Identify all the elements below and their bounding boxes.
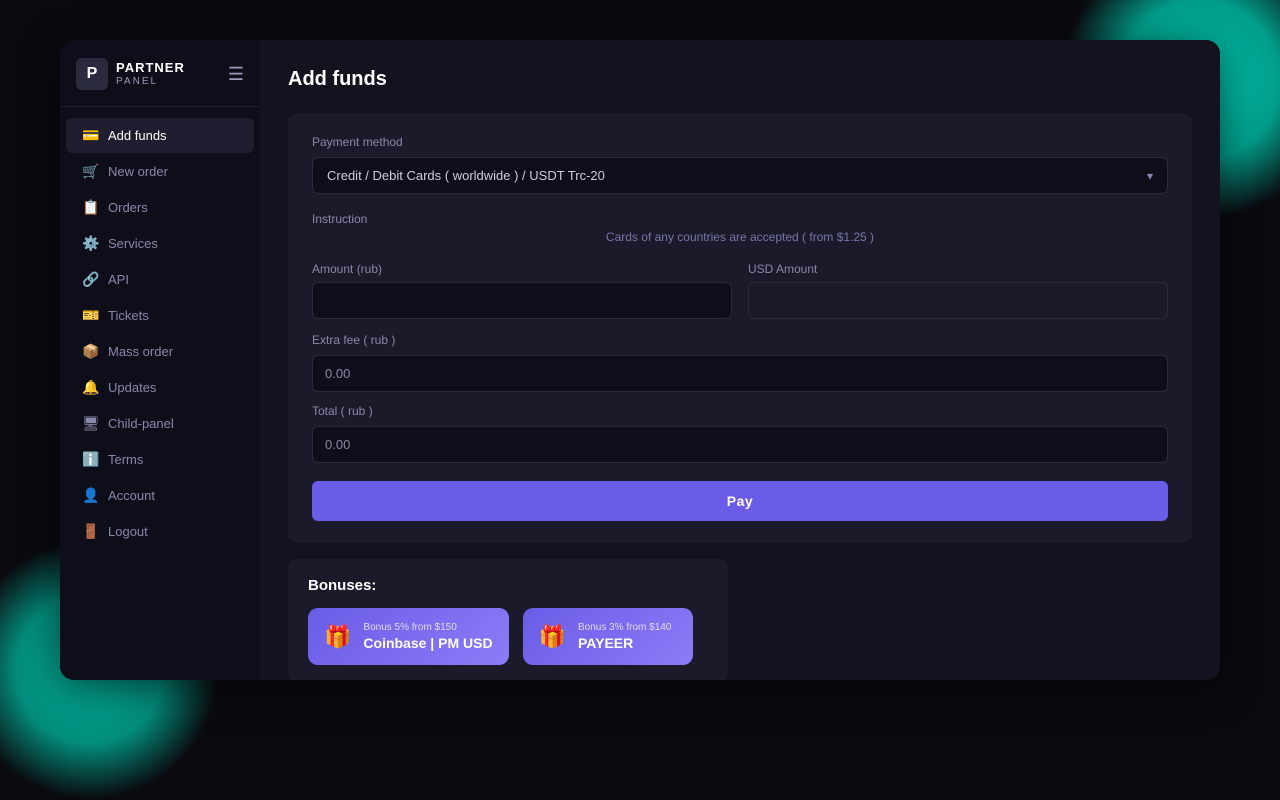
chevron-down-icon: ▾ (1147, 169, 1153, 183)
app-container: P PARTNER PANEL ☰ 💳 Add funds 🛒 New orde… (60, 40, 1220, 680)
bonuses-title: Bonuses: (308, 577, 708, 594)
child-panel-icon: 🖥 (82, 415, 98, 432)
bonus-sub-coinbase: Bonus 5% from $150 (363, 622, 492, 633)
sidebar-item-label: New order (108, 164, 168, 179)
sidebar: P PARTNER PANEL ☰ 💳 Add funds 🛒 New orde… (60, 40, 260, 680)
payment-method-value: Credit / Debit Cards ( worldwide ) / USD… (327, 168, 605, 183)
sidebar-item-api[interactable]: 🔗 API (66, 262, 254, 297)
sidebar-item-new-order[interactable]: 🛒 New order (66, 154, 254, 189)
main-content: Add funds Payment method Credit / Debit … (260, 40, 1220, 680)
bonus-items-list: 🎁 Bonus 5% from $150 Coinbase | PM USD 🎁… (308, 608, 708, 665)
sidebar-item-label: Mass order (108, 344, 173, 359)
sidebar-item-mass-order[interactable]: 📦 Mass order (66, 334, 254, 369)
instruction-label: Instruction (312, 212, 1168, 226)
bonus-info-coinbase: Bonus 5% from $150 Coinbase | PM USD (363, 622, 492, 651)
amount-rub-label: Amount (rub) (312, 262, 732, 276)
sidebar-item-updates[interactable]: 🔔 Updates (66, 370, 254, 405)
logo-icon: P (76, 58, 108, 90)
logout-icon: 🚪 (82, 523, 98, 540)
sidebar-item-label: Updates (108, 380, 156, 395)
bonus-sub-payeer: Bonus 3% from $140 (578, 622, 671, 633)
add-funds-card: Payment method Credit / Debit Cards ( wo… (288, 113, 1192, 543)
api-icon: 🔗 (82, 271, 98, 288)
bonus-item-coinbase[interactable]: 🎁 Bonus 5% from $150 Coinbase | PM USD (308, 608, 509, 665)
usd-amount-label: USD Amount (748, 262, 1168, 276)
bonus-gift-icon-1: 🎁 (539, 624, 566, 650)
tickets-icon: 🎫 (82, 307, 98, 324)
extra-fee-input[interactable] (312, 355, 1168, 392)
sidebar-logo-area: P PARTNER PANEL ☰ (60, 40, 260, 107)
mass-order-icon: 📦 (82, 343, 98, 360)
sidebar-item-terms[interactable]: ℹ️ Terms (66, 442, 254, 477)
sidebar-item-label: Services (108, 236, 158, 251)
sidebar-item-label: API (108, 272, 129, 287)
orders-icon: 📋 (82, 199, 98, 216)
usd-amount-group: USD Amount (748, 262, 1168, 319)
bonus-info-payeer: Bonus 3% from $140 PAYEER (578, 622, 671, 651)
terms-icon: ℹ️ (82, 451, 98, 468)
total-field: Total ( rub ) (312, 404, 1168, 463)
payment-method-label: Payment method (312, 135, 1168, 149)
sidebar-item-account[interactable]: 👤 Account (66, 478, 254, 513)
updates-icon: 🔔 (82, 379, 98, 396)
sidebar-item-label: Account (108, 488, 155, 503)
page-title: Add funds (288, 68, 1192, 91)
bonus-name-coinbase: Coinbase | PM USD (363, 635, 492, 651)
total-label: Total ( rub ) (312, 404, 1168, 418)
logo-area: P PARTNER PANEL (76, 58, 185, 90)
add-funds-icon: 💳 (82, 127, 98, 144)
total-input[interactable] (312, 426, 1168, 463)
logo-text: PARTNER PANEL (116, 60, 185, 88)
amount-rub-group: Amount (rub) (312, 262, 732, 319)
sidebar-nav: 💳 Add funds 🛒 New order 📋 Orders ⚙️ Serv… (60, 107, 260, 680)
sidebar-item-label: Orders (108, 200, 148, 215)
sidebar-item-services[interactable]: ⚙️ Services (66, 226, 254, 261)
sidebar-item-label: Add funds (108, 128, 167, 143)
hamburger-icon[interactable]: ☰ (228, 64, 244, 85)
sidebar-item-label: Child-panel (108, 416, 174, 431)
sidebar-item-label: Terms (108, 452, 143, 467)
new-order-icon: 🛒 (82, 163, 98, 180)
sidebar-item-orders[interactable]: 📋 Orders (66, 190, 254, 225)
usd-amount-input[interactable] (748, 282, 1168, 319)
pay-button[interactable]: Pay (312, 481, 1168, 521)
extra-fee-label: Extra fee ( rub ) (312, 333, 1168, 347)
sidebar-item-add-funds[interactable]: 💳 Add funds (66, 118, 254, 153)
sidebar-item-tickets[interactable]: 🎫 Tickets (66, 298, 254, 333)
instruction-text: Cards of any countries are accepted ( fr… (312, 230, 1168, 244)
bonuses-card: Bonuses: 🎁 Bonus 5% from $150 Coinbase |… (288, 559, 728, 680)
extra-fee-field: Extra fee ( rub ) (312, 333, 1168, 392)
bonus-item-payeer[interactable]: 🎁 Bonus 3% from $140 PAYEER (523, 608, 693, 665)
bonus-name-payeer: PAYEER (578, 635, 671, 651)
bonus-gift-icon-0: 🎁 (324, 624, 351, 650)
sidebar-item-label: Logout (108, 524, 148, 539)
account-icon: 👤 (82, 487, 98, 504)
sidebar-item-logout[interactable]: 🚪 Logout (66, 514, 254, 549)
payment-method-dropdown[interactable]: Credit / Debit Cards ( worldwide ) / USD… (312, 157, 1168, 194)
amount-rub-input[interactable] (312, 282, 732, 319)
amount-row: Amount (rub) USD Amount (312, 262, 1168, 319)
sidebar-item-label: Tickets (108, 308, 149, 323)
services-icon: ⚙️ (82, 235, 98, 252)
sidebar-item-child-panel[interactable]: 🖥 Child-panel (66, 406, 254, 441)
